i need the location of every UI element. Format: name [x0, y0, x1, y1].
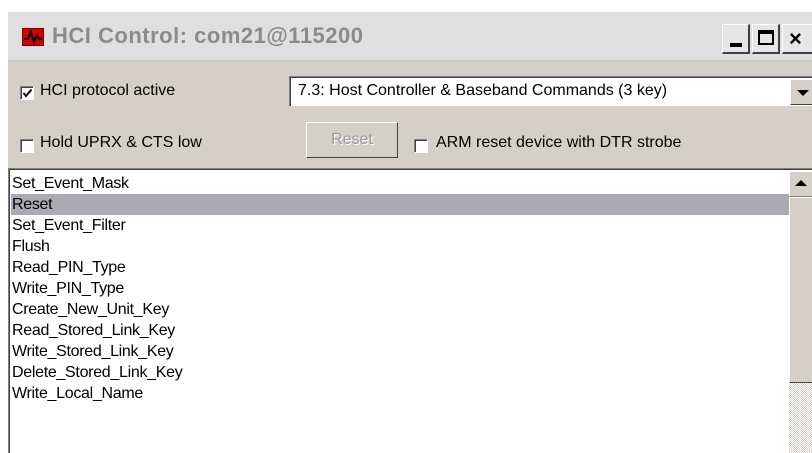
command-list-items: Set_Event_Mask Reset Set_Event_Filter Fl… [11, 173, 789, 404]
scroll-track[interactable] [789, 383, 812, 453]
close-button[interactable]: × [782, 24, 812, 54]
hci-control-window: HCI Control: com21@115200 × HCI protocol… [8, 12, 812, 453]
arrow-up-icon [795, 180, 807, 186]
arm-reset-dtr-checkbox[interactable] [414, 139, 428, 153]
close-icon: × [789, 26, 802, 51]
list-item[interactable]: Write_Stored_Link_Key [11, 341, 789, 362]
list-item[interactable]: Flush [11, 236, 789, 257]
minimize-icon [730, 43, 742, 47]
list-item-selected[interactable]: Reset [11, 194, 789, 215]
list-item[interactable]: Delete_Stored_Link_Key [11, 362, 789, 383]
list-item[interactable]: Create_New_Unit_Key [11, 299, 789, 320]
command-group-select[interactable]: 7.3: Host Controller & Baseband Commands… [289, 76, 812, 106]
minimize-button[interactable] [722, 24, 750, 54]
checkmark-icon [22, 88, 33, 98]
chevron-down-icon [797, 90, 809, 96]
hci-protocol-active-label[interactable]: HCI protocol active [40, 82, 175, 100]
list-item[interactable]: Set_Event_Filter [11, 215, 789, 236]
command-group-value: 7.3: Host Controller & Baseband Commands… [298, 82, 668, 99]
list-item[interactable]: Read_Stored_Link_Key [11, 320, 789, 341]
maximize-button[interactable] [752, 24, 780, 54]
list-item[interactable]: Read_PIN_Type [11, 257, 789, 278]
window-title: HCI Control: com21@115200 [52, 23, 364, 48]
command-group-dropdown-button[interactable] [790, 79, 812, 105]
scroll-thumb[interactable] [789, 197, 812, 383]
arm-reset-dtr-label[interactable]: ARM reset device with DTR strobe [436, 134, 681, 152]
hold-uprx-cts-low-label[interactable]: Hold UPRX & CTS low [40, 134, 202, 152]
title-bar[interactable]: HCI Control: com21@115200 × [8, 12, 812, 61]
list-item[interactable]: Set_Event_Mask [11, 173, 789, 194]
list-item[interactable]: Write_Local_Name [11, 383, 789, 404]
waveform-icon[interactable] [22, 28, 44, 46]
maximize-icon [758, 30, 774, 45]
command-list[interactable]: Set_Event_Mask Reset Set_Event_Filter Fl… [8, 168, 812, 453]
hci-protocol-active-checkbox[interactable] [20, 86, 34, 100]
reset-button[interactable]: Reset [306, 122, 398, 158]
list-item[interactable]: Write_PIN_Type [11, 278, 789, 299]
vertical-scrollbar[interactable] [789, 171, 812, 453]
scroll-up-button[interactable] [789, 171, 812, 197]
hold-uprx-cts-low-checkbox[interactable] [20, 139, 34, 153]
